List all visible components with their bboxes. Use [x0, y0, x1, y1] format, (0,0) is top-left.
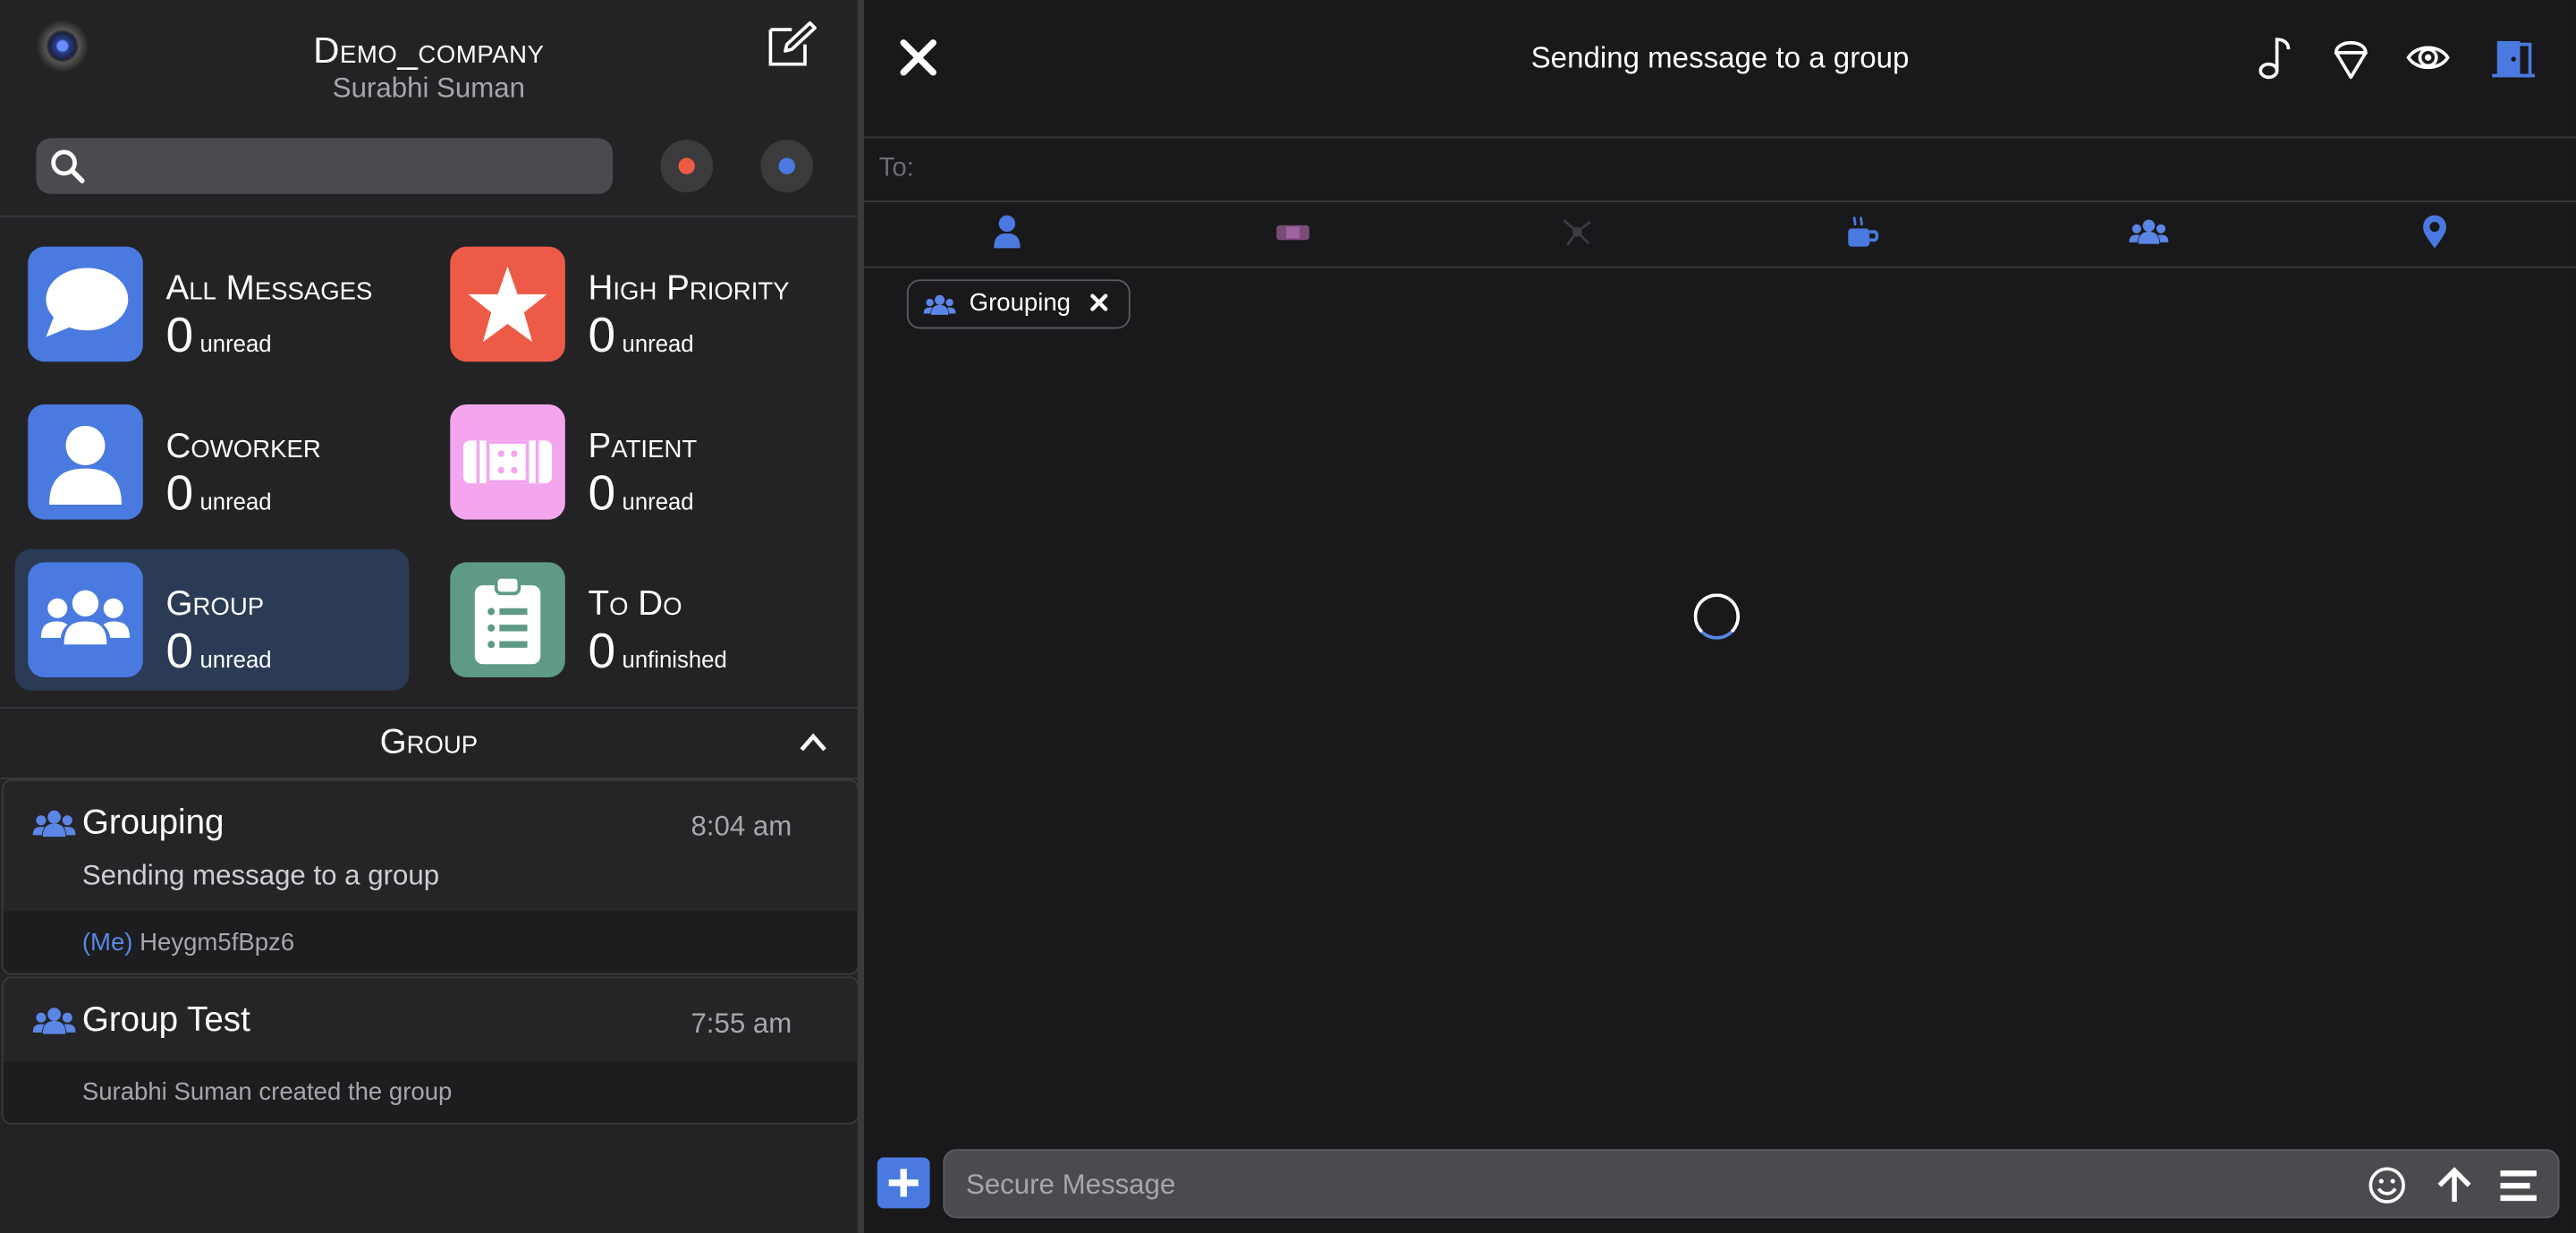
unread-count: 0: [165, 309, 194, 364]
contact-type-bar: [864, 200, 2576, 268]
category-title: Patient: [588, 427, 698, 465]
conversation-time: 7:55 am: [691, 1008, 792, 1040]
count-unit: unread: [199, 488, 272, 515]
person-icon[interactable]: [987, 214, 1027, 250]
category-title: All Messages: [165, 269, 373, 308]
message-input[interactable]: Secure Message: [943, 1149, 2560, 1219]
category-group[interactable]: Group 0 unread: [14, 548, 410, 691]
unread-count: 0: [165, 625, 194, 679]
category-title: Group: [165, 585, 265, 624]
category-title: High Priority: [588, 269, 790, 308]
location-pin-icon[interactable]: [2415, 214, 2454, 250]
panel-divider[interactable]: [857, 0, 865, 1233]
message-composer: Secure Message: [864, 1147, 2576, 1233]
group-icon: [923, 294, 956, 315]
group-icon: [28, 562, 143, 677]
count-unit: unfinished: [622, 646, 727, 673]
compose-title: Sending message to a group: [1530, 40, 1910, 74]
recipient-field[interactable]: To:: [864, 136, 2576, 202]
menu-icon[interactable]: [2499, 1166, 2538, 1205]
category-coworker[interactable]: Coworker 0 unread: [15, 391, 410, 532]
to-label: To:: [878, 154, 914, 183]
recipient-chip-label: Grouping: [969, 289, 1072, 318]
unread-count: 0: [588, 466, 616, 522]
me-label: (Me): [81, 929, 133, 957]
person-icon: [28, 404, 143, 520]
conversation-time: 8:04 am: [691, 810, 792, 842]
clipboard-icon: [450, 562, 565, 677]
search-icon: [51, 149, 85, 183]
blue-dot-icon: [778, 157, 795, 174]
music-note-icon[interactable]: [2254, 33, 2297, 82]
compose-icon[interactable]: [766, 20, 818, 69]
category-title: To Do: [588, 585, 682, 624]
recipient-chip[interactable]: Grouping: [906, 279, 1131, 329]
last-message-text: Surabhi Suman created the group: [81, 1078, 453, 1107]
unread-count: 0: [588, 309, 616, 364]
emoji-icon[interactable]: [2368, 1166, 2407, 1205]
unread-count: 0: [165, 466, 194, 522]
unfinished-count: 0: [588, 625, 616, 679]
search-bar[interactable]: [36, 138, 614, 194]
count-unit: unread: [622, 330, 694, 357]
category-high-priority[interactable]: High Priority 0 unread: [437, 234, 832, 375]
status-button-red[interactable]: [660, 140, 714, 192]
bandage-icon: [450, 404, 565, 520]
coffee-icon[interactable]: [1843, 214, 1883, 250]
eye-icon[interactable]: [2405, 33, 2451, 82]
star-icon: [450, 246, 565, 362]
company-name: Demo_company: [313, 30, 545, 72]
message-placeholder: Secure Message: [965, 1169, 1176, 1201]
category-title: Coworker: [165, 427, 321, 465]
count-unit: unread: [622, 488, 694, 515]
group-icon: [32, 1008, 76, 1034]
conversation-name: Grouping: [81, 804, 225, 842]
plus-icon: [888, 1169, 919, 1197]
count-unit: unread: [199, 330, 272, 357]
last-message-text: Heygm5fBpz6: [140, 929, 295, 957]
count-unit: unread: [199, 646, 272, 673]
door-exit-icon[interactable]: [2490, 33, 2536, 82]
conversation-item[interactable]: Group Test 7:55 am Surabhi Suman created…: [1, 976, 860, 1125]
conversation-subject: Sending message to a group: [81, 859, 440, 891]
compose-panel: Sending message to a group To: Grouping …: [864, 0, 2576, 1233]
bandage-icon[interactable]: [1273, 214, 1312, 250]
network-icon[interactable]: [1557, 214, 1597, 250]
category-all-messages[interactable]: All Messages 0 unread: [15, 234, 410, 375]
speech-bubble-icon: [28, 246, 143, 362]
group-section-header[interactable]: Group: [0, 707, 858, 779]
loading-spinner: [1693, 593, 1741, 640]
group-icon[interactable]: [2129, 214, 2169, 250]
conversation-name: Group Test: [81, 1000, 250, 1040]
user-name: Surabhi Suman: [332, 72, 525, 104]
red-dot-icon: [678, 157, 695, 174]
status-button-blue[interactable]: [760, 140, 814, 192]
attach-button[interactable]: [877, 1157, 930, 1209]
chevron-up-icon[interactable]: [797, 728, 830, 754]
category-to-do[interactable]: To Do 0 unfinished: [437, 549, 832, 691]
remove-recipient-icon[interactable]: [1089, 291, 1109, 314]
send-arrow-icon[interactable]: [2435, 1166, 2474, 1205]
section-title: Group: [379, 723, 479, 761]
group-icon: [32, 810, 76, 838]
last-message: (Me) Heygm5fBpz6: [82, 929, 294, 957]
category-patient[interactable]: Patient 0 unread: [437, 391, 832, 532]
ice-cream-icon[interactable]: [2329, 33, 2372, 82]
conversation-item[interactable]: Grouping 8:04 am Sending message to a gr…: [1, 778, 860, 975]
sidebar: Demo_company Surabhi Suman All Messages …: [0, 0, 860, 1233]
